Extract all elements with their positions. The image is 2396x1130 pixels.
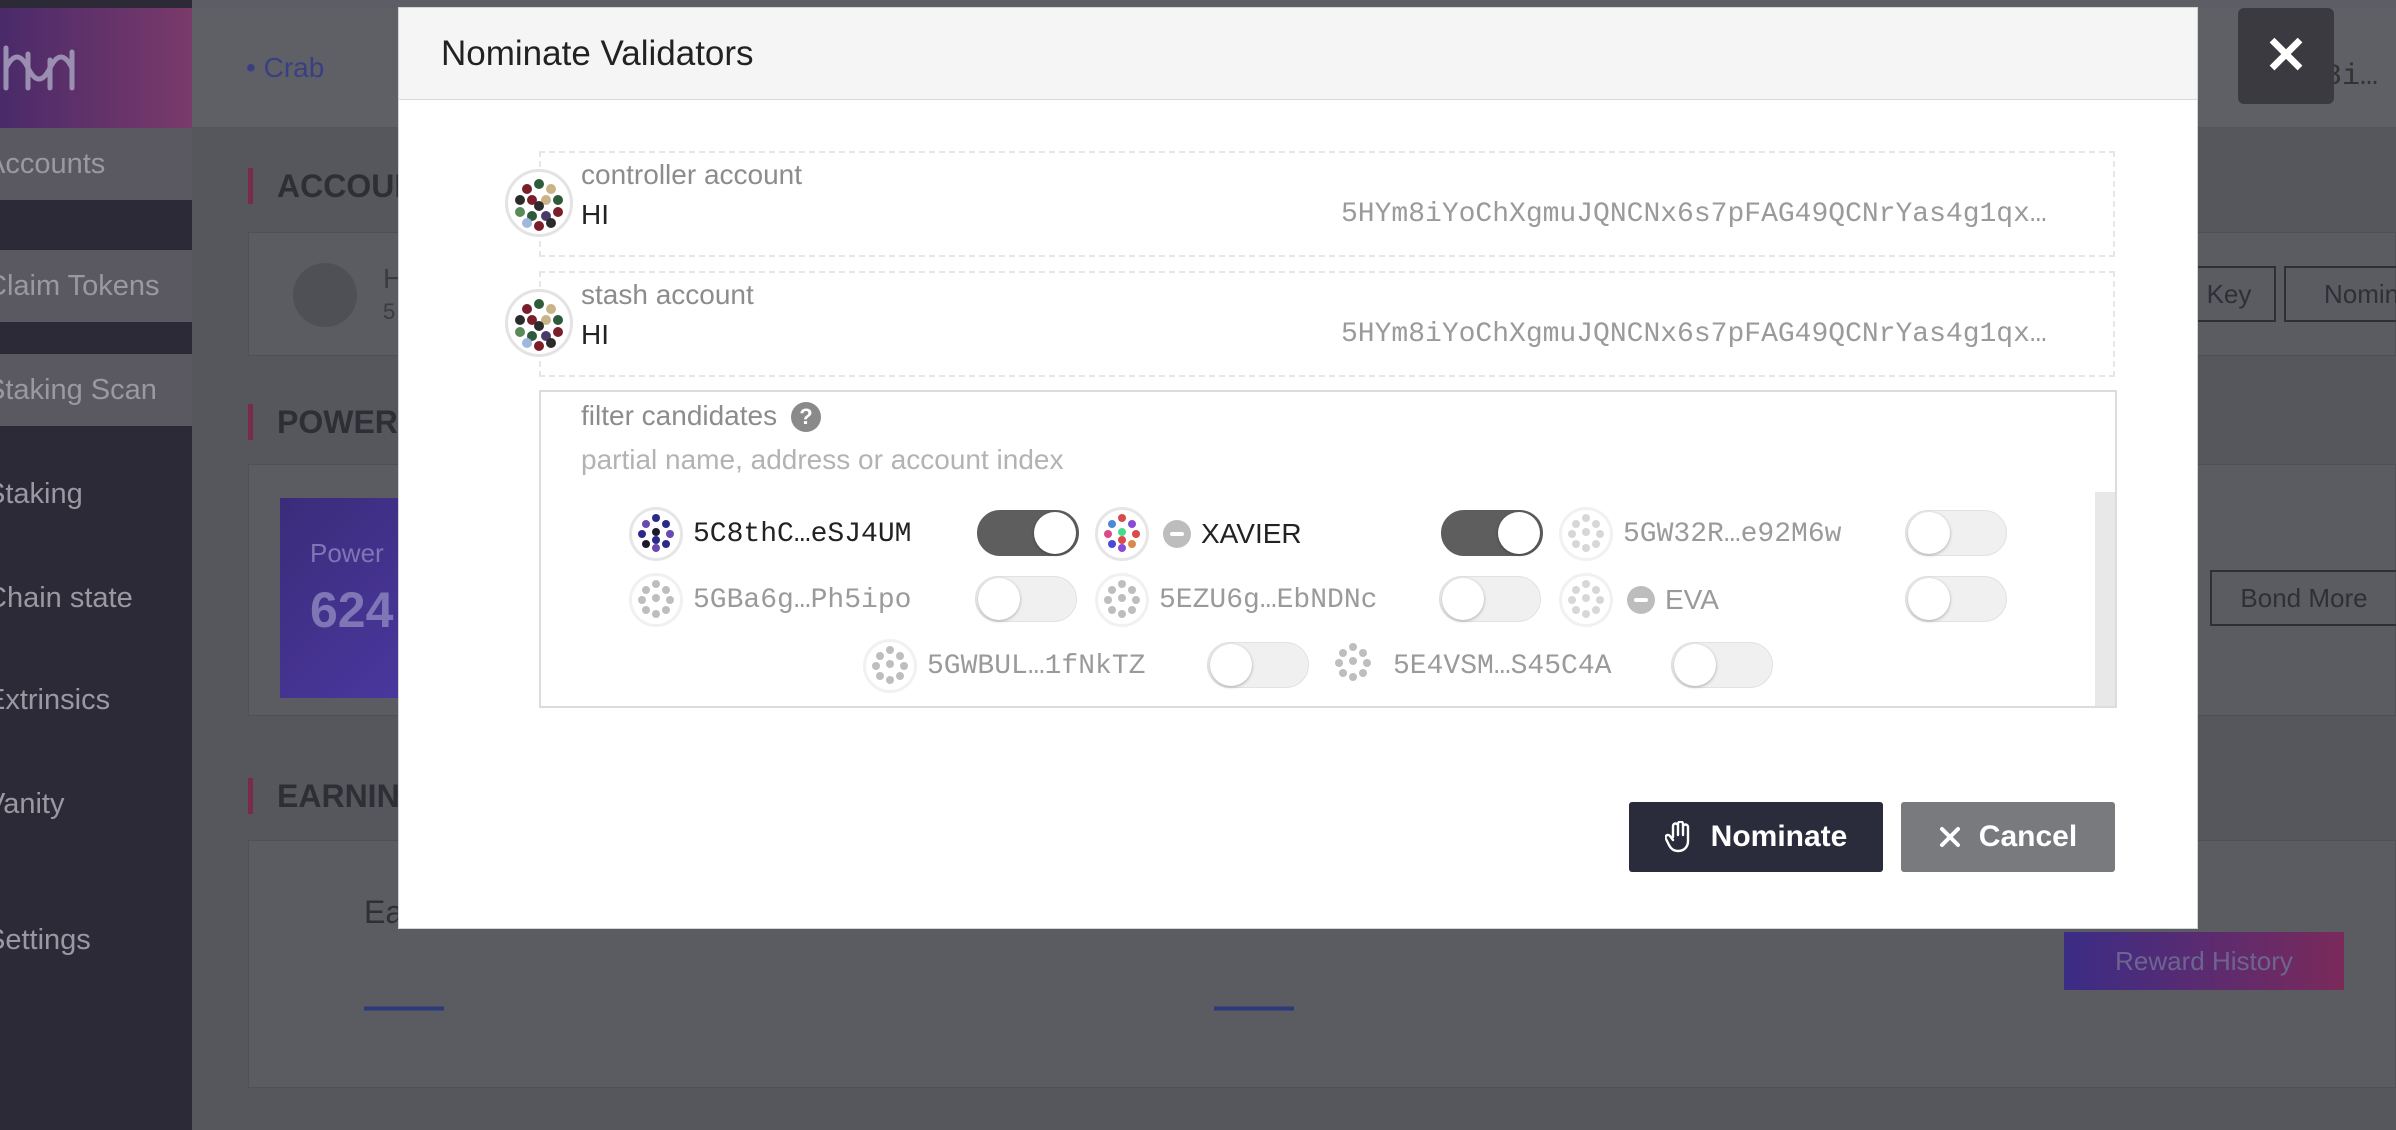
filter-label: filter candidates xyxy=(581,400,778,431)
sidebar-item-label: Vanity xyxy=(0,787,65,820)
close-button[interactable]: ✕ xyxy=(2238,8,2334,104)
candidate-name: 5GWBUL…1fNkTZ xyxy=(927,650,1146,682)
candidate-avatar-icon xyxy=(863,639,917,693)
candidate-item[interactable]: EVA xyxy=(1559,572,1719,628)
logo-icon xyxy=(3,45,75,91)
stash-name: HI xyxy=(581,319,609,350)
candidate-avatar-icon xyxy=(1559,573,1613,627)
earnings-value-right: —— xyxy=(1214,984,1294,1028)
candidate-toggle[interactable] xyxy=(977,510,1079,556)
toggle-knob xyxy=(978,578,1020,620)
candidate-item[interactable]: 5GBa6g…Ph5ipo xyxy=(629,572,911,628)
network-selector[interactable]: • Crab xyxy=(246,52,324,84)
minus-icon xyxy=(1627,586,1655,614)
candidate-toggle[interactable] xyxy=(975,576,1077,622)
help-icon[interactable]: ? xyxy=(791,402,821,432)
sidebar: Accounts Claim Tokens Staking Scan Staki… xyxy=(0,0,192,1130)
toggle-knob xyxy=(1674,644,1716,686)
sidebar-item-accounts[interactable]: Accounts xyxy=(0,128,192,200)
sidebar-item-chain-state[interactable]: Chain state xyxy=(0,562,192,634)
earnings-value-left: —— xyxy=(364,984,444,1028)
candidates-scrollbar[interactable] xyxy=(2095,492,2115,706)
filter-input[interactable] xyxy=(581,440,1681,480)
nominate-modal: Nominate Validators controller account H… xyxy=(398,7,2198,929)
candidate-name: XAVIER xyxy=(1201,518,1302,549)
filter-candidates-panel: filter candidates ? 5C8thC…eSJ4UM XAVIER xyxy=(539,390,2117,708)
candidate-name: 5GBa6g…Ph5ipo xyxy=(693,584,912,616)
stash-address: 5HYm8iYoChXgmuJQNCNx6s7pFAG49QCNrYas4g1q… xyxy=(1341,319,2061,350)
sidebar-item-label: Accounts xyxy=(0,147,106,180)
sidebar-item-label: Chain state xyxy=(0,581,133,614)
close-icon: ✕ xyxy=(2264,27,2308,85)
candidate-avatar-icon xyxy=(629,573,683,627)
close-icon xyxy=(1939,826,1961,848)
reward-history-button[interactable]: Reward History xyxy=(2064,932,2344,990)
toggle-knob xyxy=(1034,512,1076,554)
candidate-name: 5EZU6g…EbNDNc xyxy=(1159,584,1378,616)
candidate-toggle[interactable] xyxy=(1905,576,2007,622)
candidate-name: 5C8thC…eSJ4UM xyxy=(693,518,912,550)
nominate-bg-button[interactable]: Nomin xyxy=(2284,266,2396,322)
controller-label: controller account xyxy=(581,159,803,190)
account-address-partial: 5 xyxy=(383,299,396,324)
candidate-toggle[interactable] xyxy=(1905,510,2007,556)
candidate-avatar-icon xyxy=(1559,507,1613,561)
sidebar-item-staking-scan[interactable]: Staking Scan xyxy=(0,354,192,426)
sidebar-item-label: Staking xyxy=(0,477,83,510)
sidebar-item-extrinsics[interactable]: Extrinsics xyxy=(0,664,192,736)
app-logo xyxy=(0,8,192,128)
toggle-knob xyxy=(1442,578,1484,620)
sidebar-item-vanity[interactable]: Vanity xyxy=(0,768,192,840)
stash-label: stash account xyxy=(581,279,754,310)
candidate-avatar-icon xyxy=(1095,507,1149,561)
hand-icon xyxy=(1664,821,1693,853)
toggle-knob xyxy=(1908,512,1950,554)
candidate-avatar-icon xyxy=(1329,639,1383,693)
controller-address: 5HYm8iYoChXgmuJQNCNx6s7pFAG49QCNrYas4g1q… xyxy=(1341,199,2061,230)
sidebar-item-settings[interactable]: Settings xyxy=(0,904,192,976)
toggle-knob xyxy=(1908,578,1950,620)
toggle-knob xyxy=(1210,644,1252,686)
candidate-avatar-icon xyxy=(1095,573,1149,627)
sidebar-item-label: Claim Tokens xyxy=(0,269,160,302)
app-root: Accounts Claim Tokens Staking Scan Staki… xyxy=(0,0,2396,1130)
nominate-label: Nominate xyxy=(1710,820,1848,853)
candidate-item[interactable]: 5EZU6g…EbNDNc xyxy=(1095,572,1377,628)
sidebar-item-label: Extrinsics xyxy=(0,683,111,716)
controller-account-field[interactable]: controller account HI 5HYm8iYoChXgmuJQNC… xyxy=(505,151,2115,257)
modal-title: Nominate Validators xyxy=(441,33,754,73)
candidate-name: EVA xyxy=(1665,584,1719,615)
cancel-button[interactable]: Cancel xyxy=(1901,802,2115,872)
toggle-knob xyxy=(1498,512,1540,554)
network-name: Crab xyxy=(263,52,325,83)
modal-header: Nominate Validators xyxy=(399,8,2197,100)
account-avatar xyxy=(293,263,357,327)
power-section-title: POWER xyxy=(248,404,398,440)
sidebar-item-label: Settings xyxy=(0,923,91,956)
stash-account-field[interactable]: stash account HI 5HYm8iYoChXgmuJQNCNx6s7… xyxy=(505,271,2115,377)
controller-name: HI xyxy=(581,199,609,230)
candidate-name: 5GW32R…e92M6w xyxy=(1623,518,1842,550)
candidate-toggle[interactable] xyxy=(1207,642,1309,688)
candidate-item[interactable]: 5GW32R…e92M6w xyxy=(1559,506,1841,562)
candidate-item[interactable]: 5E4VSM…S45C4A xyxy=(1329,638,1611,694)
candidate-item[interactable]: 5C8thC…eSJ4UM xyxy=(629,506,911,562)
cancel-label: Cancel xyxy=(1978,820,2078,853)
sidebar-item-staking[interactable]: Staking xyxy=(0,458,192,530)
minus-icon xyxy=(1163,520,1191,548)
candidate-item[interactable]: XAVIER xyxy=(1095,506,1302,562)
candidate-item[interactable]: 5GWBUL…1fNkTZ xyxy=(863,638,1145,694)
sidebar-item-claim-tokens[interactable]: Claim Tokens xyxy=(0,250,192,322)
controller-avatar-icon xyxy=(505,169,573,237)
stash-avatar-icon xyxy=(505,289,573,357)
sidebar-item-label: Staking Scan xyxy=(0,373,157,406)
candidate-toggle[interactable] xyxy=(1439,576,1541,622)
candidate-toggle[interactable] xyxy=(1671,642,1773,688)
candidate-avatar-icon xyxy=(629,507,683,561)
candidate-name: 5E4VSM…S45C4A xyxy=(1393,650,1612,682)
nominate-button[interactable]: Nominate xyxy=(1629,802,1883,872)
bond-more-button[interactable]: Bond More xyxy=(2210,570,2396,626)
candidate-toggle[interactable] xyxy=(1441,510,1543,556)
